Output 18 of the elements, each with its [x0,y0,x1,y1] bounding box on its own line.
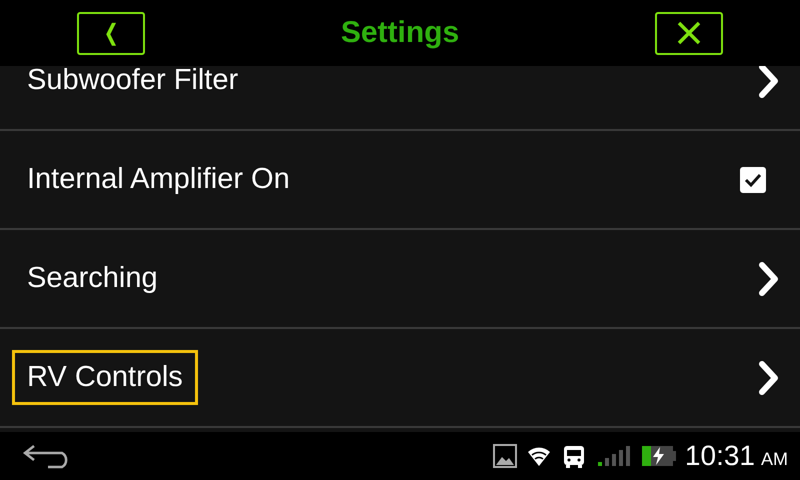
setting-label[interactable]: Internal Amplifier On [12,152,305,207]
checkbox[interactable] [740,166,766,192]
setting-label[interactable]: RV Controls [12,350,198,405]
clock-time: 10:31 [684,440,755,472]
close-button[interactable] [654,12,723,54]
chevron-right-icon [758,360,780,396]
signal-icon [596,445,631,467]
back-button[interactable]: ❬ [77,12,145,54]
battery-charging-icon [640,445,677,467]
close-icon [676,20,702,46]
check-icon [744,172,762,188]
image-icon [492,444,517,468]
chevron-right-icon [758,260,780,296]
screen-title: Settings [340,16,460,50]
setting-label[interactable]: Searching [12,251,173,306]
clock-meridiem: AM [761,448,788,470]
chevron-right-icon [758,66,780,98]
setting-label[interactable]: Subwoofer Filter [12,66,254,108]
